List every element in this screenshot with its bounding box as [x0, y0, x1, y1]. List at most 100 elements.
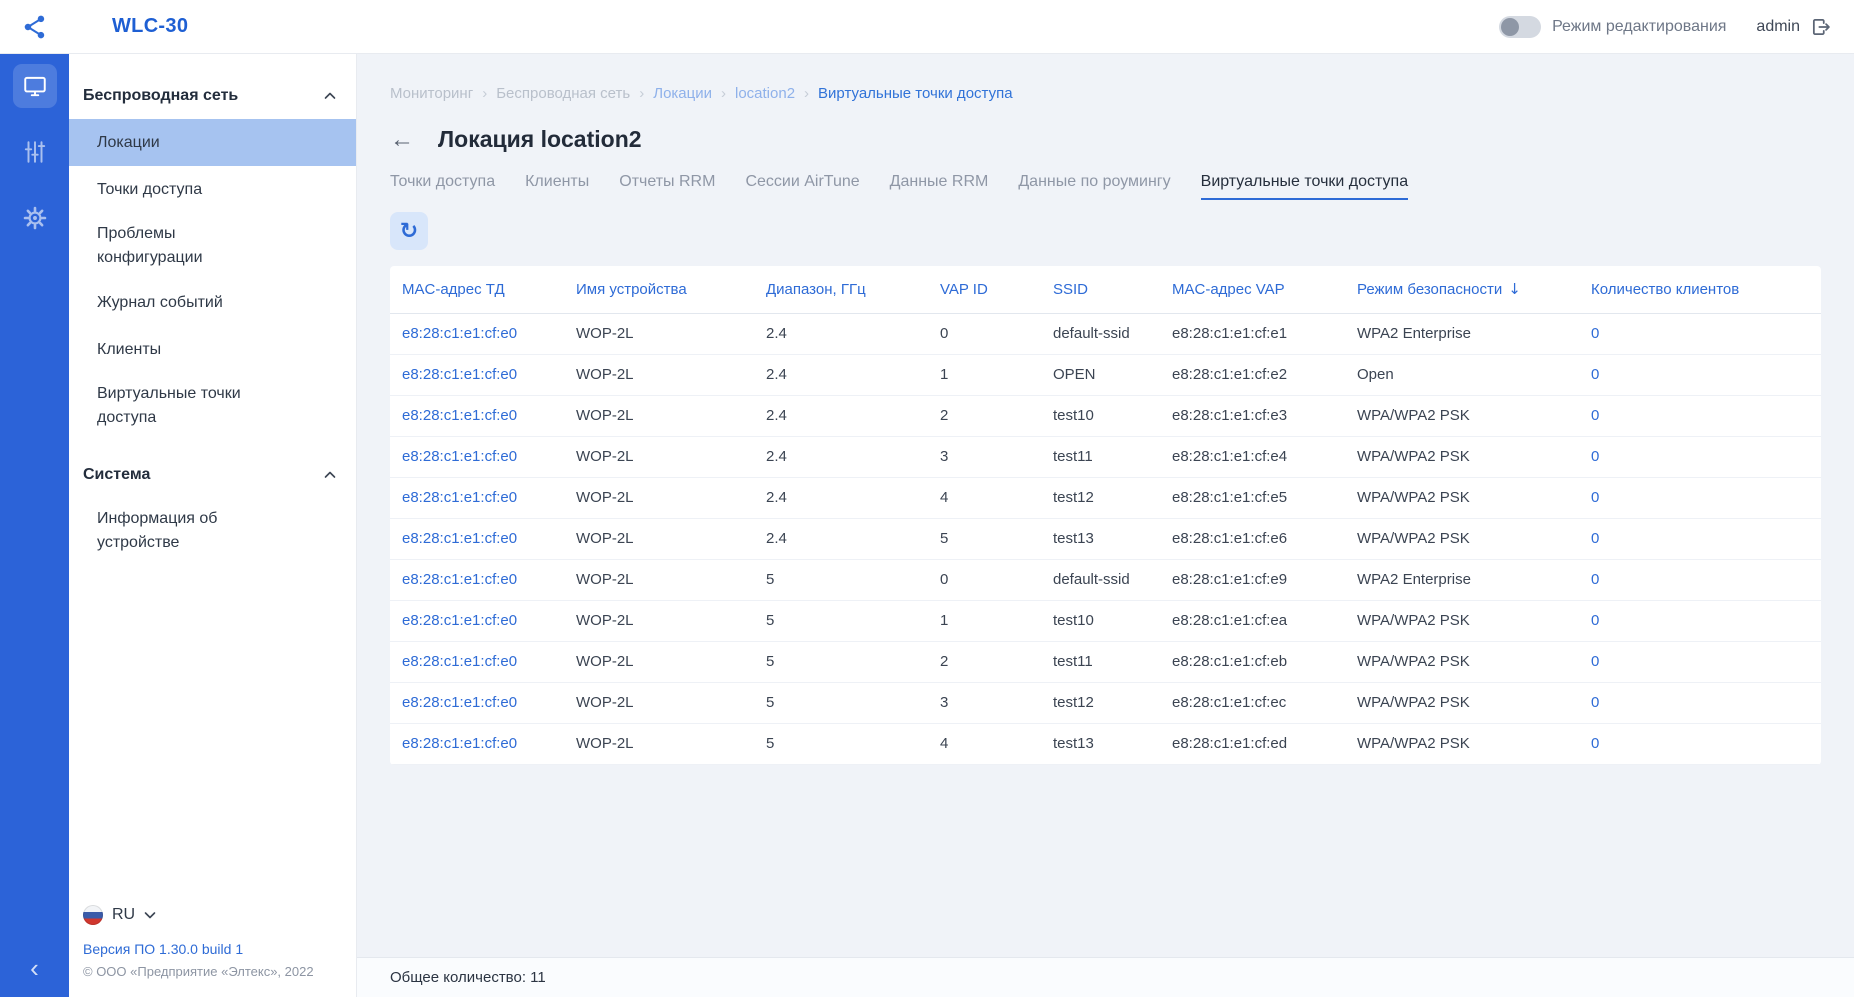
- cell-band: 2.4: [754, 395, 928, 436]
- cell-mac-ap[interactable]: e8:28:c1:e1:cf:e0: [390, 313, 564, 354]
- language-selector[interactable]: RU: [83, 905, 156, 925]
- column-header[interactable]: MAC-адрес VAP: [1160, 266, 1345, 313]
- cell-ssid: test13: [1041, 723, 1160, 764]
- cell-mac-ap[interactable]: e8:28:c1:e1:cf:e0: [390, 518, 564, 559]
- cell-mac-ap[interactable]: e8:28:c1:e1:cf:e0: [390, 723, 564, 764]
- tab[interactable]: Точки доступа: [390, 173, 495, 200]
- sidebar-item[interactable]: Локации: [69, 119, 356, 166]
- breadcrumb-item[interactable]: Локации: [653, 85, 712, 102]
- column-header[interactable]: MAC-адрес ТД: [390, 266, 564, 313]
- cell-mac-vap: e8:28:c1:e1:cf:e5: [1160, 477, 1345, 518]
- ru-flag-icon: [83, 905, 103, 925]
- collapse-sidebar-button[interactable]: ‹: [30, 955, 39, 981]
- total-count: Общее количество: 11: [390, 969, 546, 986]
- cell-ssid: default-ssid: [1041, 559, 1160, 600]
- cell-mac-vap: e8:28:c1:e1:cf:ed: [1160, 723, 1345, 764]
- cell-band: 2.4: [754, 354, 928, 395]
- tab[interactable]: Сессии AirTune: [745, 173, 859, 200]
- tab[interactable]: Виртуальные точки доступа: [1201, 173, 1408, 200]
- refresh-button[interactable]: ↻: [390, 212, 428, 250]
- column-header[interactable]: SSID: [1041, 266, 1160, 313]
- cell-security: WPA/WPA2 PSK: [1345, 436, 1579, 477]
- sidebar-bottom: RU Версия ПО 1.30.0 build 1 © ООО «Предп…: [69, 905, 356, 997]
- cell-clients[interactable]: 0: [1579, 682, 1821, 723]
- cell-band: 2.4: [754, 518, 928, 559]
- cell-clients[interactable]: 0: [1579, 559, 1821, 600]
- sidebar-item[interactable]: Точки доступа: [69, 166, 356, 213]
- breadcrumb-item[interactable]: Мониторинг: [390, 85, 473, 102]
- sidebar-section-header[interactable]: Беспроводная сеть: [69, 72, 356, 119]
- table-row: e8:28:c1:e1:cf:e0WOP-2L2.42test10e8:28:c…: [390, 395, 1821, 436]
- cell-clients[interactable]: 0: [1579, 641, 1821, 682]
- logout-icon[interactable]: [1810, 16, 1832, 38]
- cell-mac-ap[interactable]: e8:28:c1:e1:cf:e0: [390, 477, 564, 518]
- cell-band: 5: [754, 682, 928, 723]
- refresh-icon: ↻: [400, 219, 418, 244]
- tab[interactable]: Отчеты RRM: [619, 173, 715, 200]
- toggle-knob: [1501, 18, 1519, 36]
- tab[interactable]: Данные по роумингу: [1018, 173, 1170, 200]
- cell-security: WPA/WPA2 PSK: [1345, 641, 1579, 682]
- app-title: WLC-30: [112, 15, 188, 38]
- cell-mac-ap[interactable]: e8:28:c1:e1:cf:e0: [390, 354, 564, 395]
- table-row: e8:28:c1:e1:cf:e0WOP-2L2.45test13e8:28:c…: [390, 518, 1821, 559]
- cell-security: WPA2 Enterprise: [1345, 559, 1579, 600]
- sidebar-item[interactable]: Проблемы конфигурации: [69, 213, 356, 279]
- sidebar-item[interactable]: Информация об устройстве: [69, 498, 356, 564]
- cell-mac-ap[interactable]: e8:28:c1:e1:cf:e0: [390, 395, 564, 436]
- copyright: © ООО «Предприятие «Элтекс», 2022: [83, 964, 342, 979]
- breadcrumb-item[interactable]: Беспроводная сеть: [496, 85, 630, 102]
- column-header[interactable]: Количество клиентов: [1579, 266, 1821, 313]
- cell-mac-ap[interactable]: e8:28:c1:e1:cf:e0: [390, 436, 564, 477]
- cell-device-name: WOP-2L: [564, 395, 754, 436]
- cell-clients[interactable]: 0: [1579, 518, 1821, 559]
- cell-vap-id: 3: [928, 436, 1041, 477]
- column-header[interactable]: Диапазон, ГГц: [754, 266, 928, 313]
- cell-mac-ap[interactable]: e8:28:c1:e1:cf:e0: [390, 641, 564, 682]
- sidebar-item-label: Проблемы конфигурации: [97, 222, 283, 270]
- cell-clients[interactable]: 0: [1579, 354, 1821, 395]
- firmware-version-link[interactable]: Версия ПО 1.30.0 build 1: [83, 941, 342, 957]
- sidebar: Беспроводная сетьЛокацииТочки доступа Про…: [69, 54, 357, 997]
- breadcrumb-separator-icon: ›: [721, 85, 726, 102]
- column-header[interactable]: Режим безопасности↓: [1345, 266, 1579, 313]
- header: WLC-30 Режим редактирования admin: [0, 0, 1854, 54]
- cell-device-name: WOP-2L: [564, 641, 754, 682]
- cell-clients[interactable]: 0: [1579, 600, 1821, 641]
- column-header[interactable]: Имя устройства: [564, 266, 754, 313]
- sidebar-item-label: Виртуальные точки доступа: [97, 382, 283, 430]
- sidebar-item[interactable]: Клиенты: [69, 326, 356, 373]
- edit-mode-toggle[interactable]: [1499, 16, 1541, 38]
- cell-security: WPA/WPA2 PSK: [1345, 395, 1579, 436]
- breadcrumb-item[interactable]: location2: [735, 85, 795, 102]
- table-row: e8:28:c1:e1:cf:e0WOP-2L53test12e8:28:c1:…: [390, 682, 1821, 723]
- cell-clients[interactable]: 0: [1579, 436, 1821, 477]
- cell-mac-ap[interactable]: e8:28:c1:e1:cf:e0: [390, 559, 564, 600]
- rail-item-monitoring[interactable]: [13, 64, 57, 108]
- back-button[interactable]: ←: [390, 128, 416, 152]
- cell-clients[interactable]: 0: [1579, 395, 1821, 436]
- breadcrumb-item[interactable]: Виртуальные точки доступа: [818, 85, 1013, 102]
- cell-clients[interactable]: 0: [1579, 313, 1821, 354]
- cell-clients[interactable]: 0: [1579, 477, 1821, 518]
- cell-mac-ap[interactable]: e8:28:c1:e1:cf:e0: [390, 600, 564, 641]
- rail-item-configuration[interactable]: [13, 130, 57, 174]
- sidebar-section-header[interactable]: Система: [69, 451, 356, 498]
- column-header[interactable]: VAP ID: [928, 266, 1041, 313]
- sidebar-item[interactable]: Виртуальные точки доступа: [69, 373, 356, 439]
- cell-band: 2.4: [754, 477, 928, 518]
- sidebar-sections: Беспроводная сетьЛокацииТочки доступа Про…: [69, 72, 356, 564]
- cell-security: WPA/WPA2 PSK: [1345, 477, 1579, 518]
- tab[interactable]: Данные RRM: [890, 173, 989, 200]
- cell-vap-id: 0: [928, 313, 1041, 354]
- cell-mac-ap[interactable]: e8:28:c1:e1:cf:e0: [390, 682, 564, 723]
- sidebar-item[interactable]: Журнал событий: [69, 279, 356, 326]
- table-row: e8:28:c1:e1:cf:e0WOP-2L50default-sside8:…: [390, 559, 1821, 600]
- cell-band: 5: [754, 559, 928, 600]
- main-content: Мониторинг›Беспроводная сеть›Локации›loc…: [357, 54, 1854, 997]
- rail-item-settings[interactable]: [13, 196, 57, 240]
- cell-mac-vap: e8:28:c1:e1:cf:e1: [1160, 313, 1345, 354]
- tab[interactable]: Клиенты: [525, 173, 589, 200]
- cell-clients[interactable]: 0: [1579, 723, 1821, 764]
- cell-vap-id: 3: [928, 682, 1041, 723]
